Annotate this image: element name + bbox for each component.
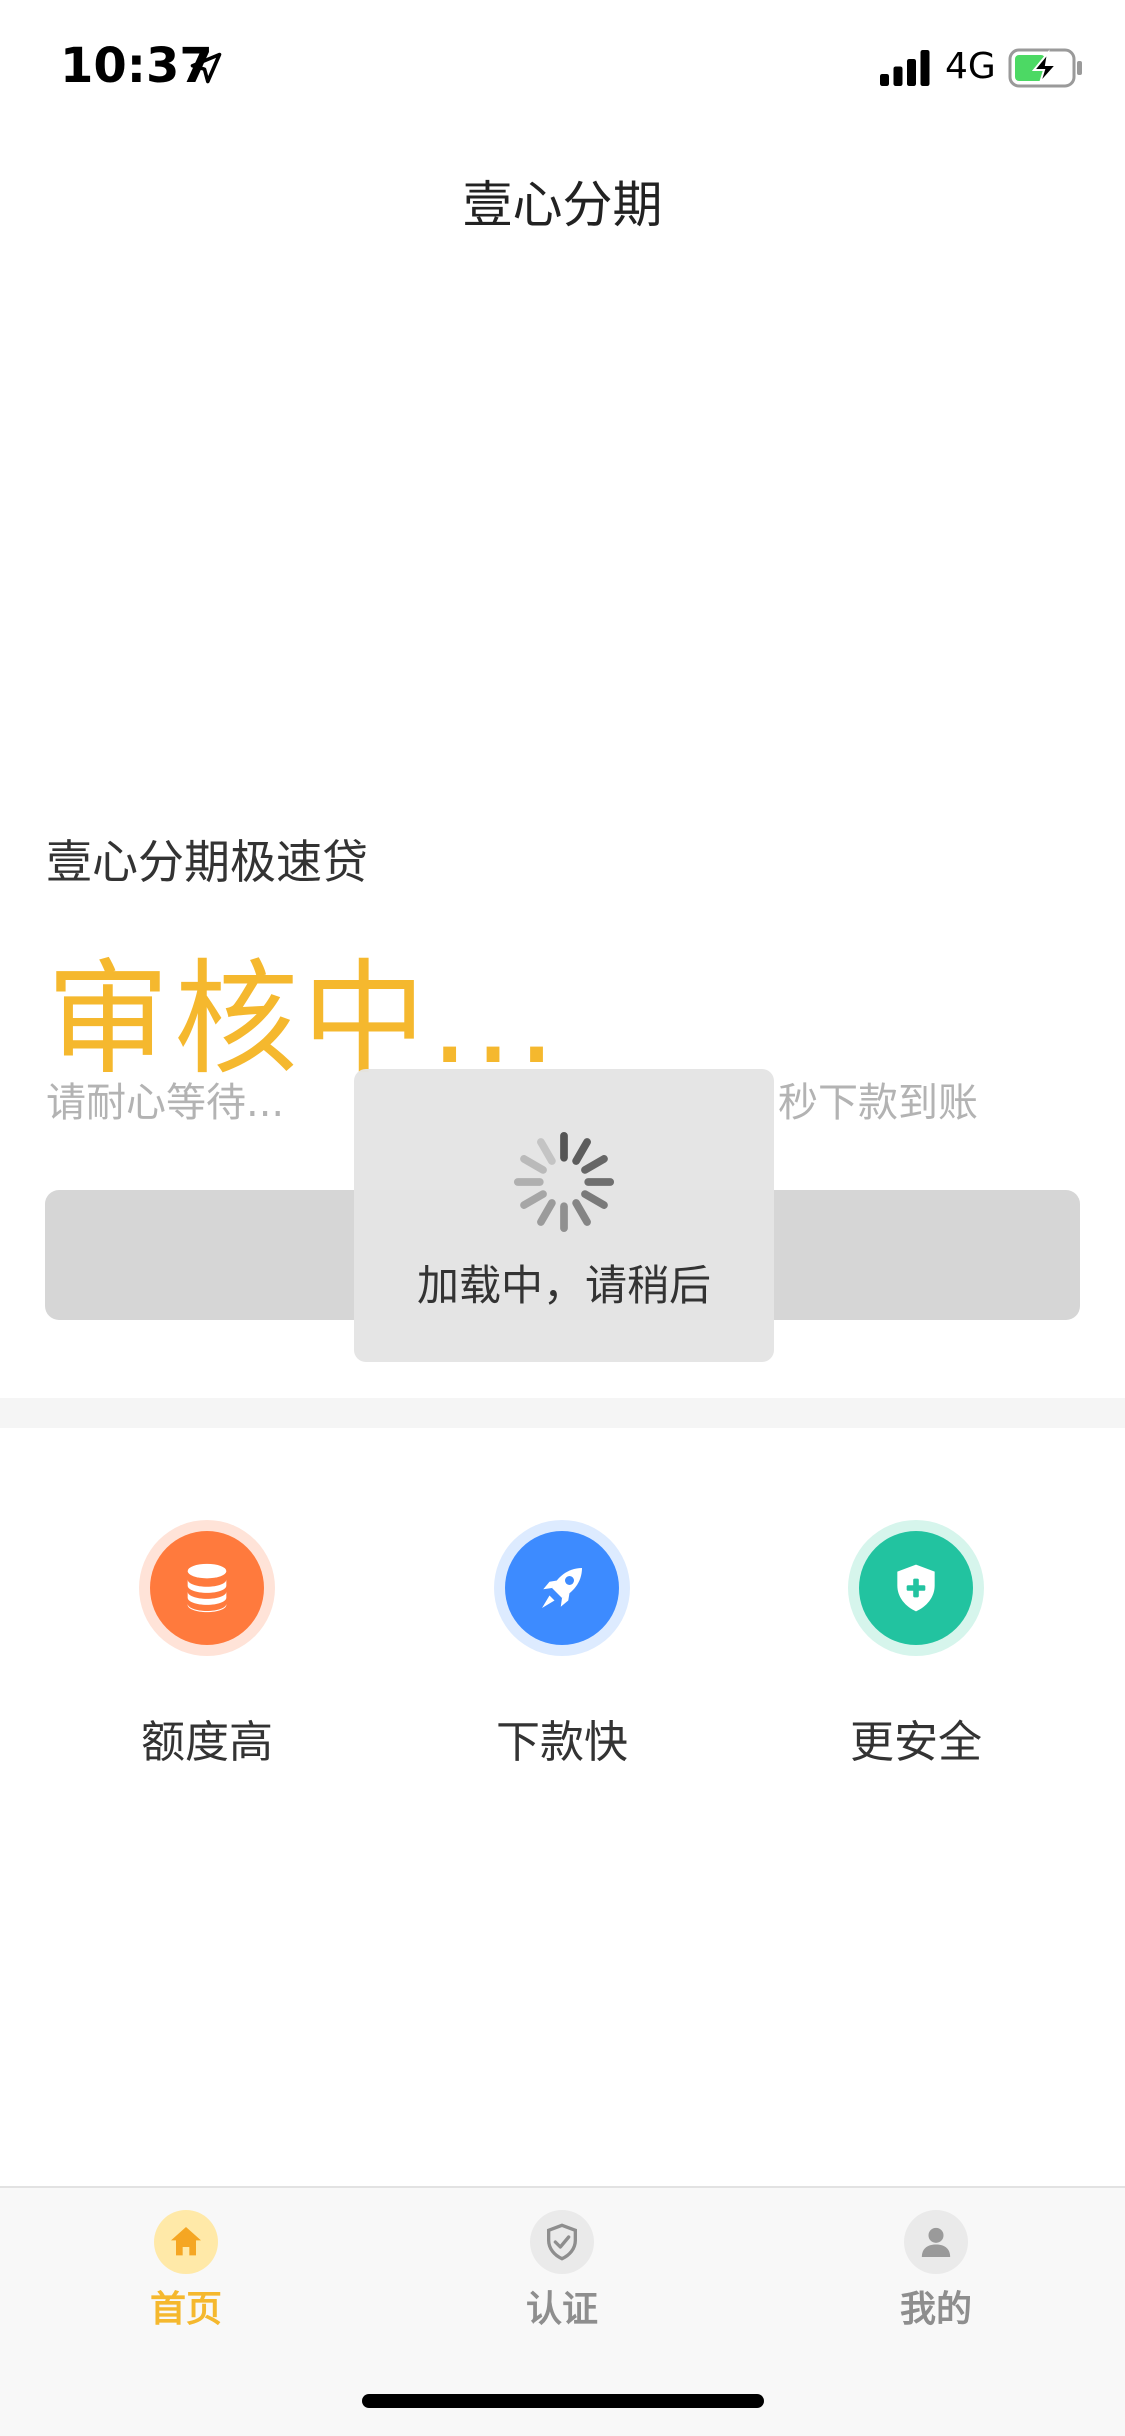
network-type: 4G bbox=[945, 46, 996, 87]
app-screen: 10:37 4G 壹心分期 壹心分期极速贷 审核中... 请耐心等待... 秒下… bbox=[0, 0, 1125, 2436]
tab-label: 首页 bbox=[149, 2289, 222, 2330]
shield-plus-icon bbox=[897, 1564, 935, 1612]
feature-label: 额度高 bbox=[141, 1717, 273, 1768]
feature-fast-disbursement: 下款快 bbox=[432, 1520, 692, 1770]
tab-verification[interactable]: 认证 bbox=[452, 2210, 672, 2332]
wait-hint-text: 请耐心等待... bbox=[46, 1080, 285, 1126]
feature-label: 更安全 bbox=[850, 1717, 982, 1768]
feature-label: 下款快 bbox=[496, 1717, 628, 1768]
home-icon bbox=[171, 2227, 201, 2256]
disbursement-hint-text: 秒下款到账 bbox=[778, 1080, 978, 1126]
tab-profile[interactable]: 我的 bbox=[826, 2210, 1046, 2332]
location-arrow-icon bbox=[190, 52, 222, 84]
feature-high-limit: 额度高 bbox=[77, 1520, 337, 1770]
user-icon bbox=[921, 2227, 951, 2257]
tab-label: 我的 bbox=[899, 2289, 972, 2330]
signal-bars-icon bbox=[880, 50, 930, 86]
rocket-icon bbox=[542, 1568, 582, 1608]
product-name: 壹心分期极速贷 bbox=[46, 835, 368, 889]
spinner-icon bbox=[513, 1131, 615, 1233]
home-indicator[interactable] bbox=[362, 2394, 764, 2408]
feature-more-secure: 更安全 bbox=[786, 1520, 1046, 1770]
loading-toast: 加载中，请稍后 bbox=[354, 1069, 774, 1362]
page-title: 壹心分期 bbox=[462, 176, 663, 234]
database-icon bbox=[187, 1563, 227, 1613]
status-bar: 10:37 4G bbox=[0, 0, 1125, 136]
tab-home[interactable]: 首页 bbox=[76, 2210, 296, 2332]
loading-text: 加载中，请稍后 bbox=[416, 1261, 711, 1310]
section-divider bbox=[0, 1398, 1125, 1428]
battery-charging-icon bbox=[1008, 48, 1082, 88]
tab-label: 认证 bbox=[525, 2289, 598, 2330]
shield-check-icon bbox=[547, 2223, 577, 2261]
